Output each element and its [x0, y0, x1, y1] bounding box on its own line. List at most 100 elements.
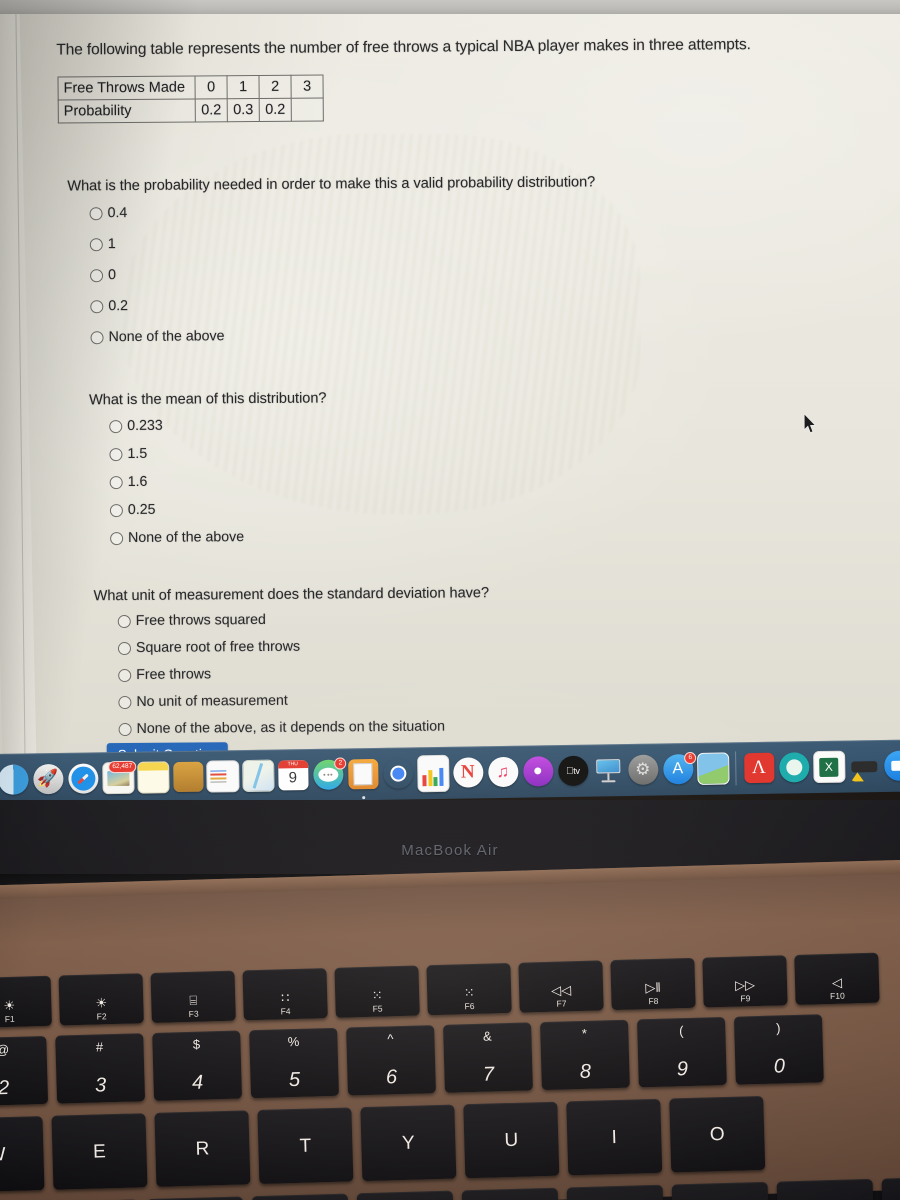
key-5[interactable]: % 5	[249, 1027, 340, 1099]
radio-button-icon[interactable]	[109, 503, 123, 517]
radio-button-icon[interactable]	[118, 722, 132, 736]
key-6[interactable]: ^ 6	[346, 1025, 436, 1096]
key-u[interactable]: U	[463, 1101, 560, 1179]
dock-item-podcasts[interactable]: ●	[521, 755, 555, 789]
key-row3-5[interactable]	[356, 1190, 455, 1200]
key-row3-8[interactable]	[671, 1181, 770, 1200]
question-1-option-4[interactable]: 0.2	[90, 294, 596, 314]
key-f1[interactable]: ☀ F1	[0, 975, 52, 1029]
radio-button-icon[interactable]	[89, 237, 103, 251]
dock-item-messages[interactable]: 2	[311, 756, 347, 792]
system-preferences-icon[interactable]: ⚙	[627, 754, 659, 786]
downloads-stack-icon[interactable]	[849, 751, 879, 782]
key-row3-9[interactable]	[776, 1178, 875, 1200]
acrobat-reader-icon[interactable]: Λ	[743, 752, 775, 784]
key-f5[interactable]: ⁙ F5	[334, 965, 420, 1018]
dock-item-downloads-stack[interactable]	[847, 750, 881, 784]
question-1-option-2[interactable]: 1	[89, 232, 596, 252]
key-f3[interactable]: ⌸ F3	[150, 970, 236, 1023]
key-o[interactable]: O	[669, 1095, 766, 1173]
radio-button-icon[interactable]	[118, 695, 132, 709]
question-1-option-1[interactable]: 0.4	[89, 201, 596, 221]
dock-item-app-store[interactable]: A 6	[661, 751, 697, 786]
radio-button-icon[interactable]	[90, 268, 104, 282]
key-0[interactable]: ) 0	[733, 1014, 824, 1085]
question-2-option-1[interactable]: 0.233	[109, 416, 327, 434]
radio-button-icon[interactable]	[117, 614, 131, 628]
contacts-icon[interactable]	[172, 761, 204, 793]
key-9[interactable]: ( 9	[636, 1016, 727, 1088]
dock-item-photos[interactable]: 62,487	[101, 760, 137, 803]
question-3-option-1[interactable]: Free throws squared	[117, 610, 490, 629]
safari-icon[interactable]	[67, 763, 99, 794]
maps-icon[interactable]	[241, 759, 275, 793]
question-3-option-5[interactable]: None of the above, as it depends on the …	[118, 718, 491, 737]
key-f2[interactable]: ☀ F2	[58, 973, 144, 1026]
key-8[interactable]: * 8	[540, 1019, 630, 1091]
key-w[interactable]: W	[0, 1116, 45, 1193]
key-i[interactable]: I	[566, 1098, 663, 1176]
key-3[interactable]: # 3	[55, 1033, 146, 1104]
excel-icon[interactable]: X	[812, 750, 846, 784]
key-7[interactable]: & 7	[443, 1022, 533, 1093]
key-row3-10[interactable]	[881, 1175, 900, 1200]
key-2[interactable]: @ 2	[0, 1035, 49, 1107]
finder-icon[interactable]	[0, 764, 29, 795]
dock-item-numbers[interactable]	[416, 754, 450, 792]
question-2-option-4[interactable]: 0.25	[109, 500, 328, 518]
appletv-icon[interactable]: tv	[557, 755, 589, 787]
dock-item-maps[interactable]	[241, 759, 275, 793]
launchpad-icon[interactable]: 🚀	[32, 763, 64, 795]
question-2-option-2[interactable]: 1.5	[109, 444, 327, 462]
dock-item-launchpad[interactable]: 🚀	[31, 762, 65, 796]
key-f7[interactable]: ◁◁ F7	[518, 960, 604, 1013]
question-3-option-2[interactable]: Square root of free throws	[117, 637, 490, 656]
key-f4[interactable]: ∷ F4	[242, 968, 328, 1021]
radio-button-icon[interactable]	[109, 419, 123, 433]
dock-item-onedrive[interactable]	[777, 751, 811, 785]
dock-item-chrome[interactable]	[381, 757, 415, 791]
dock-item-reminders[interactable]	[206, 760, 240, 794]
key-t[interactable]: T	[257, 1107, 354, 1185]
key-row3-6[interactable]	[461, 1187, 560, 1200]
dock-item-pages[interactable]	[346, 757, 380, 799]
question-3-option-3[interactable]: Free throws	[118, 664, 490, 683]
question-2-option-3[interactable]: 1.6	[109, 472, 328, 490]
key-r[interactable]: R	[154, 1110, 251, 1187]
key-f8[interactable]: ▷‖ F8	[610, 957, 696, 1011]
dock-item-contacts[interactable]	[171, 760, 205, 794]
dock-item-desktop-stack[interactable]	[696, 752, 730, 786]
reminders-icon[interactable]	[206, 760, 240, 793]
dock-item-appletv[interactable]: tv	[556, 754, 590, 788]
dock-item-facetime[interactable]	[882, 749, 900, 783]
question-1-option-5[interactable]: None of the above	[90, 325, 596, 345]
question-2-option-5[interactable]: None of the above	[110, 528, 328, 546]
chrome-icon[interactable]	[383, 758, 413, 788]
dock-item-safari[interactable]	[66, 762, 100, 796]
key-y[interactable]: Y	[360, 1104, 457, 1182]
facetime-icon[interactable]	[883, 750, 900, 781]
dock-item-finder[interactable]	[0, 763, 30, 797]
microsoft-onedrive-icon[interactable]	[778, 752, 810, 783]
radio-button-icon[interactable]	[109, 447, 123, 461]
dock-item-acrobat-reader[interactable]: Λ	[742, 751, 776, 785]
dock-item-calendar[interactable]: THU 9	[276, 759, 310, 793]
pages-icon[interactable]	[347, 758, 379, 790]
key-row3-3[interactable]	[146, 1196, 245, 1200]
key-row3-4[interactable]	[251, 1193, 350, 1200]
radio-button-icon[interactable]	[117, 641, 132, 655]
notes-icon[interactable]	[136, 761, 170, 794]
radio-button-icon[interactable]	[118, 668, 132, 682]
radio-button-icon[interactable]	[89, 206, 103, 220]
radio-button-icon[interactable]	[109, 475, 123, 489]
podcasts-icon[interactable]: ●	[522, 756, 554, 787]
dock-item-news[interactable]: N	[451, 756, 485, 790]
news-icon[interactable]: N	[452, 757, 484, 788]
keynote-icon[interactable]	[593, 755, 623, 785]
numbers-icon[interactable]	[416, 754, 450, 792]
dock-item-keynote[interactable]	[591, 754, 625, 788]
dock-item-notes[interactable]	[136, 761, 170, 795]
key-f10[interactable]: ◁ F10	[794, 952, 880, 1005]
question-3-option-4[interactable]: No unit of measurement	[118, 691, 490, 710]
dock-item-system-preferences[interactable]: ⚙	[626, 753, 660, 787]
